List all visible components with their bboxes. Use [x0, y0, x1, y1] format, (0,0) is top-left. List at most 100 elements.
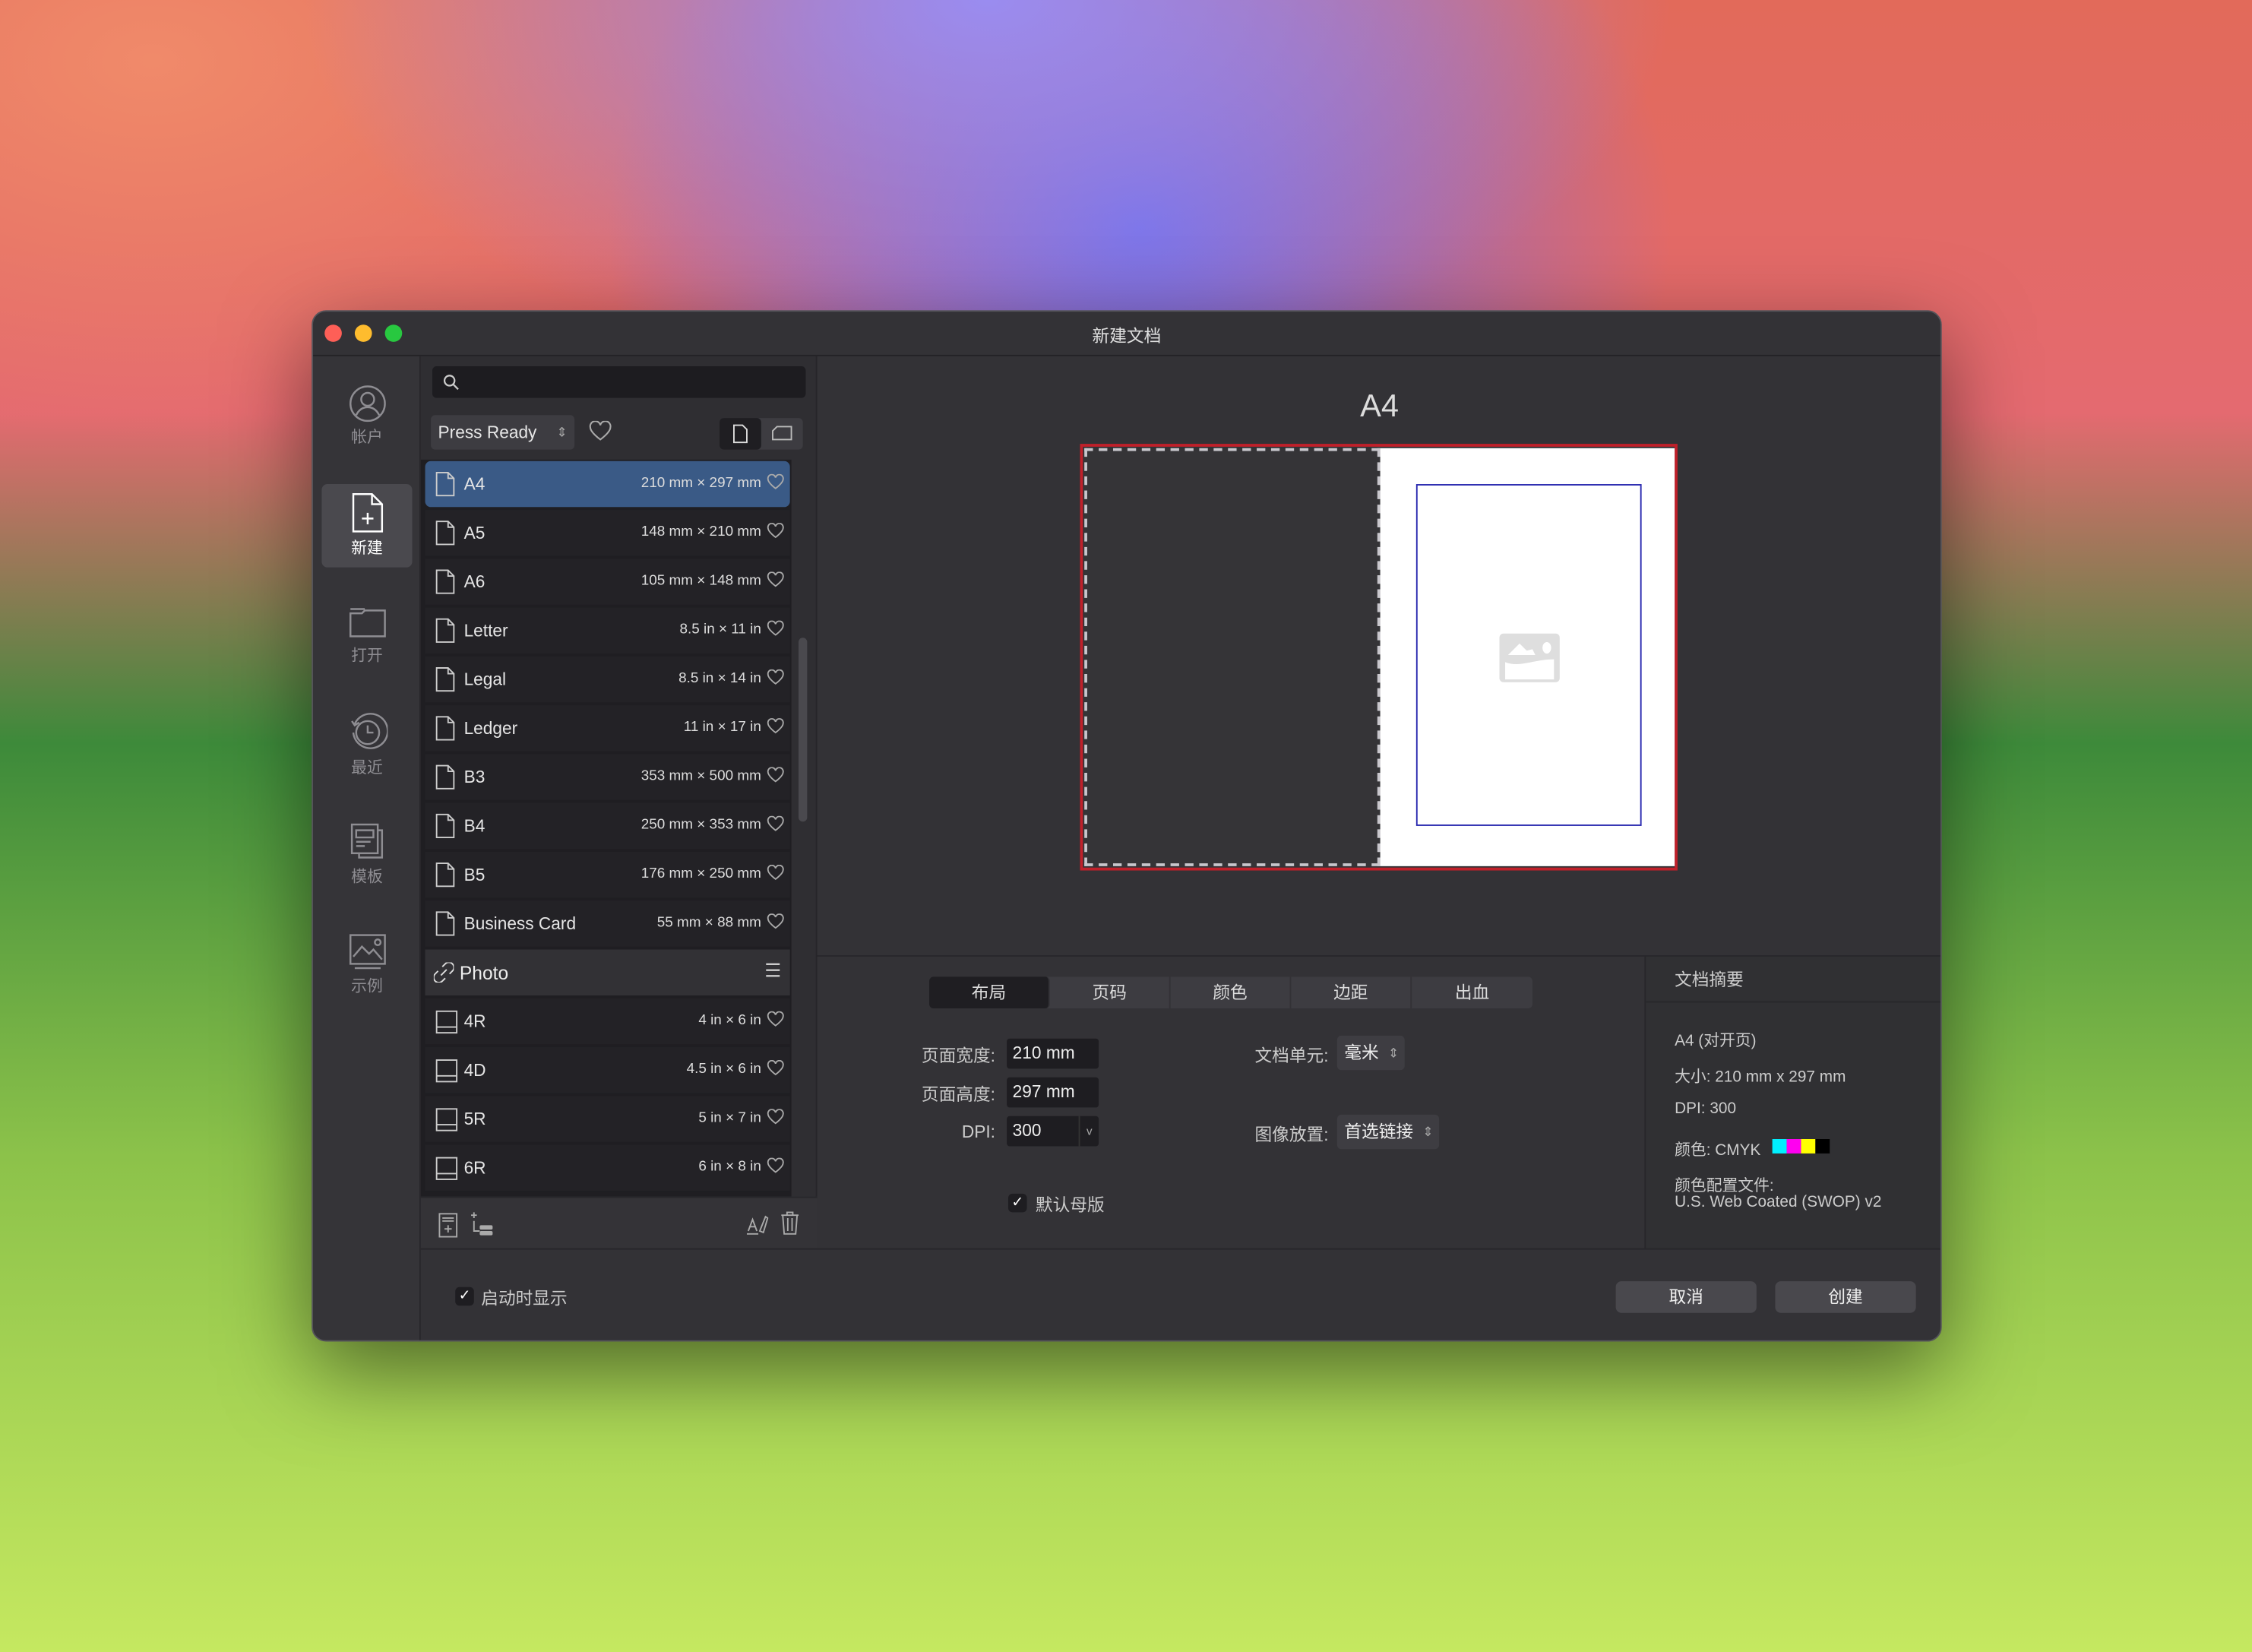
preset-name: B4: [463, 815, 486, 837]
sidebar-item-samples[interactable]: 示例: [321, 923, 412, 1006]
summary-dpi: DPI: 300: [1675, 1100, 1737, 1118]
preset-row-b3[interactable]: B3 353 mm × 500 mm: [425, 754, 790, 800]
favorite-heart-icon[interactable]: [767, 767, 784, 783]
group-name: Photo: [459, 962, 509, 984]
preset-row-a6[interactable]: A6 105 mm × 148 mm: [425, 559, 790, 605]
preset-group-photo[interactable]: Photo ☰: [425, 949, 790, 995]
page-icon: [435, 667, 455, 692]
preset-list-footer: [420, 1196, 818, 1248]
preset-category-value: Press Ready: [438, 422, 537, 443]
preset-size: 105 mm × 148 mm: [640, 573, 761, 590]
dialog-footer: ✓ 启动时显示 取消 创建: [420, 1248, 1940, 1340]
chevron-updown-icon: ⇕: [1387, 1046, 1400, 1061]
preset-row-5r[interactable]: 5R 5 in × 7 in: [425, 1096, 790, 1142]
preset-name: 4R: [463, 1011, 486, 1032]
favorite-heart-icon[interactable]: [767, 669, 784, 685]
preset-row-6r[interactable]: 6R 6 in × 8 in: [425, 1144, 790, 1192]
favorites-heart-icon[interactable]: [589, 420, 612, 441]
preset-list: A4 210 mm × 297 mm A5 148 mm × 210 mm A6 105 …: [420, 459, 792, 1197]
preset-name: A5: [463, 523, 486, 543]
preset-row-b5[interactable]: B5 176 mm × 250 mm: [425, 851, 790, 898]
delete-trash-icon[interactable]: [780, 1210, 799, 1236]
show-on-startup-checkbox[interactable]: ✓: [455, 1286, 474, 1306]
favorite-heart-icon[interactable]: [767, 523, 784, 539]
cmyk-swatch-k: [1815, 1139, 1830, 1154]
sidebar-item-open[interactable]: 打开: [321, 595, 412, 679]
preset-row-legal[interactable]: Legal 8.5 in × 14 in: [425, 656, 790, 703]
favorite-heart-icon[interactable]: [767, 815, 784, 832]
dpi-combobox[interactable]: 300 v: [1007, 1116, 1099, 1147]
list-scrollbar[interactable]: [799, 638, 808, 822]
preset-row-4d[interactable]: 4D 4.5 in × 6 in: [425, 1047, 790, 1093]
dpi-label: DPI:: [961, 1122, 995, 1142]
tab-margins[interactable]: 边距: [1291, 976, 1412, 1008]
rename-icon[interactable]: [745, 1211, 769, 1237]
preset-name: Business Card: [463, 913, 577, 934]
favorite-heart-icon[interactable]: [767, 864, 784, 881]
preset-size: 4.5 in × 6 in: [686, 1061, 761, 1078]
group-menu-icon[interactable]: ☰: [764, 960, 781, 983]
summary-color: 颜色: CMYK: [1675, 1141, 1761, 1160]
preset-row-a4[interactable]: A4 210 mm × 297 mm: [425, 460, 790, 508]
new-document-icon: [351, 493, 383, 533]
link-icon: [433, 962, 454, 983]
cmyk-swatch-m: [1786, 1139, 1801, 1154]
preset-row-b4[interactable]: B4 250 mm × 353 mm: [425, 802, 790, 850]
preset-row-a5[interactable]: A5 148 mm × 210 mm: [425, 510, 790, 556]
image-placement-select[interactable]: 首选链接 ⇕: [1336, 1114, 1440, 1150]
favorite-heart-icon[interactable]: [767, 620, 784, 637]
preset-row-letter[interactable]: Letter 8.5 in × 11 in: [425, 607, 790, 654]
tab-bleed[interactable]: 出血: [1412, 976, 1532, 1008]
settings-tabs: 布局 页码 颜色 边距 出血: [929, 976, 1532, 1008]
page-width-input[interactable]: 210 mm: [1007, 1038, 1099, 1069]
tab-page-numbers[interactable]: 页码: [1050, 976, 1171, 1008]
favorite-heart-icon[interactable]: [767, 1060, 784, 1076]
preset-size: 176 mm × 250 mm: [640, 866, 761, 882]
chevron-updown-icon: ⇕: [1422, 1125, 1434, 1140]
search-icon: [443, 375, 459, 391]
sidebar-item-account[interactable]: 帐户: [321, 376, 412, 460]
recent-clock-icon: [350, 713, 387, 749]
page-icon: [435, 569, 455, 594]
summary-profile-value: U.S. Web Coated (SWOP) v2: [1675, 1193, 1882, 1211]
sidebar-item-recent[interactable]: 最近: [321, 704, 412, 787]
show-on-startup-label: 启动时显示: [481, 1288, 568, 1309]
favorite-heart-icon[interactable]: [767, 1157, 784, 1174]
cmyk-swatch-c: [1772, 1139, 1787, 1154]
preset-category-select[interactable]: Press Ready ⇕: [431, 415, 575, 450]
search-input[interactable]: [432, 366, 806, 398]
page-height-label: 页面高度:: [921, 1084, 995, 1105]
cancel-button[interactable]: 取消: [1615, 1281, 1757, 1313]
preset-size: 6 in × 8 in: [698, 1159, 761, 1176]
divider: [1646, 1001, 1940, 1003]
favorite-heart-icon[interactable]: [767, 571, 784, 587]
favorite-heart-icon[interactable]: [767, 718, 784, 734]
preset-row-business-card[interactable]: Business Card 55 mm × 88 mm: [425, 900, 790, 947]
page-icon: [435, 813, 455, 838]
portrait-button[interactable]: [720, 418, 761, 450]
preset-row-ledger[interactable]: Ledger 11 in × 17 in: [425, 705, 790, 752]
sidebar-item-new[interactable]: 新建: [321, 484, 413, 568]
sidebar-item-templates[interactable]: 模板: [321, 813, 412, 897]
favorite-heart-icon[interactable]: [767, 1011, 784, 1027]
favorite-heart-icon[interactable]: [767, 1109, 784, 1125]
document-unit-value: 毫米: [1344, 1043, 1379, 1063]
chevron-down-icon[interactable]: v: [1078, 1116, 1099, 1147]
page-height-input[interactable]: 297 mm: [1007, 1077, 1099, 1108]
add-category-icon[interactable]: [468, 1210, 497, 1239]
portrait-page-icon: [733, 424, 748, 444]
tab-layout[interactable]: 布局: [929, 976, 1050, 1008]
margin-guide: [1415, 484, 1642, 826]
title-bar: 新建文档: [313, 312, 1940, 356]
landscape-button[interactable]: [761, 418, 803, 450]
preset-row-4r[interactable]: 4R 4 in × 6 in: [425, 998, 790, 1045]
favorite-heart-icon[interactable]: [767, 913, 784, 929]
default-master-checkbox[interactable]: ✓: [1007, 1193, 1027, 1213]
tab-color[interactable]: 颜色: [1171, 976, 1292, 1008]
add-preset-icon[interactable]: [438, 1212, 458, 1238]
preset-size: 210 mm × 297 mm: [640, 475, 761, 492]
favorite-heart-icon[interactable]: [767, 473, 784, 490]
document-unit-select[interactable]: 毫米 ⇕: [1336, 1035, 1405, 1071]
create-button[interactable]: 创建: [1775, 1281, 1916, 1313]
page-icon: [435, 862, 455, 888]
